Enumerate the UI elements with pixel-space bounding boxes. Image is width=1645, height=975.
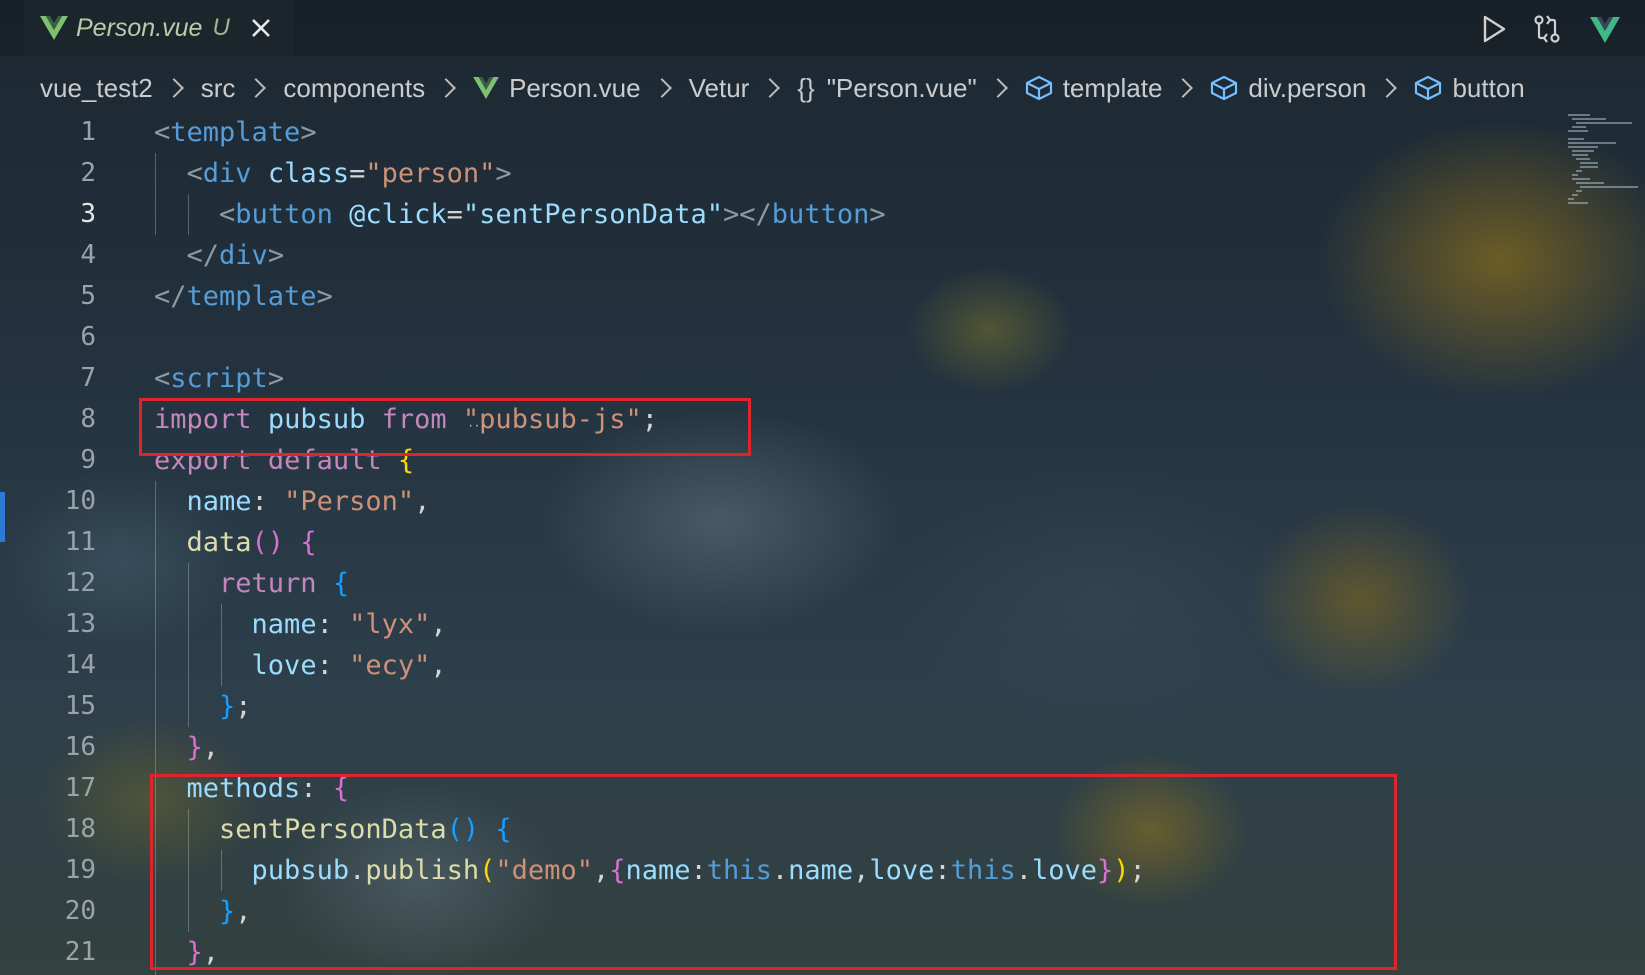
chevron-right-icon — [987, 78, 1008, 98]
code-line[interactable]: 6 — [0, 317, 1560, 358]
tab-person-vue[interactable]: Person.vue U — [24, 0, 294, 56]
code-line[interactable]: 1 <template> — [0, 112, 1560, 153]
tab-filename: Person.vue — [76, 13, 203, 42]
code-text: }, — [186, 732, 220, 763]
vue-file-icon — [473, 77, 499, 99]
line-number: 2 — [80, 158, 96, 188]
code-text: love: "ecy", — [251, 650, 447, 681]
chevron-right-icon — [1377, 78, 1398, 98]
line-number: 7 — [80, 363, 96, 393]
braces-icon: {} — [797, 72, 815, 103]
line-number: 3 — [80, 199, 96, 229]
code-text: <template> — [154, 117, 317, 148]
code-line[interactable]: 4 </div> — [0, 235, 1560, 276]
code-text: </div> — [186, 240, 285, 271]
breadcrumb-item-components[interactable]: components — [283, 73, 425, 104]
line-number: 12 — [64, 568, 96, 598]
code-text: name: "Person", — [186, 486, 431, 517]
annotation-box-import — [139, 398, 751, 456]
tab-status-badge: U — [212, 14, 230, 41]
line-number: 11 — [64, 527, 96, 557]
chevron-right-icon — [651, 78, 672, 98]
line-number: 18 — [64, 814, 96, 844]
play-icon[interactable] — [1476, 12, 1510, 46]
breadcrumb-item-person-vue-module[interactable]: {} "Person.vue" — [797, 73, 976, 104]
vue-icon[interactable] — [1588, 12, 1622, 46]
breadcrumb-item-template[interactable]: template — [1025, 73, 1162, 104]
line-number: 9 — [80, 445, 96, 475]
line-number: 20 — [64, 896, 96, 926]
code-line[interactable]: 7 <script> — [0, 358, 1560, 399]
chevron-right-icon — [163, 78, 184, 98]
line-number: 17 — [64, 773, 96, 803]
code-line[interactable]: 2 <div class="person"> — [0, 153, 1560, 194]
code-text: <script> — [154, 363, 285, 394]
breadcrumb-item-person-vue[interactable]: Person.vue — [473, 73, 641, 104]
code-text: return { — [219, 568, 350, 599]
line-number: 15 — [64, 691, 96, 721]
vue-file-icon — [40, 16, 68, 40]
close-icon[interactable] — [250, 17, 272, 39]
code-line[interactable]: 14 love: "ecy", — [0, 645, 1560, 686]
line-number: 4 — [80, 240, 96, 270]
cube-icon — [1415, 75, 1442, 101]
code-line[interactable]: 16 }, — [0, 727, 1560, 768]
breadcrumb-item-src[interactable]: src — [201, 73, 236, 104]
line-number: 21 — [64, 937, 96, 967]
vscode-window: Person.vue U vue_test2 src components Pe… — [0, 0, 1645, 975]
code-line[interactable]: 10 name: "Person", — [0, 481, 1560, 522]
breadcrumb: vue_test2 src components Person.vue Vetu… — [40, 68, 1525, 108]
line-number: 16 — [64, 732, 96, 762]
code-line[interactable]: 5 </template> — [0, 276, 1560, 317]
chevron-right-icon — [246, 78, 267, 98]
line-number: 19 — [64, 855, 96, 885]
code-text: }; — [219, 691, 252, 722]
line-number: 1 — [80, 117, 96, 147]
line-number: 8 — [80, 404, 96, 434]
code-text: </template> — [154, 281, 333, 312]
breadcrumb-item-vue-test2[interactable]: vue_test2 — [40, 73, 153, 104]
line-number: 5 — [80, 281, 96, 311]
code-text: name: "lyx", — [251, 609, 447, 640]
code-editor[interactable]: 1 <template> 2 <div class="person"> 3 <b… — [0, 112, 1645, 975]
line-number: 14 — [64, 650, 96, 680]
code-line[interactable]: 13 name: "lyx", — [0, 604, 1560, 645]
chevron-right-icon — [760, 78, 781, 98]
code-line-active[interactable]: 3 <button @click="sentPersonData"></butt… — [0, 194, 1560, 235]
line-number: 13 — [64, 609, 96, 639]
code-text: data() { — [186, 527, 317, 558]
code-line[interactable]: 15 }; — [0, 686, 1560, 727]
annotation-box-methods — [150, 774, 1397, 970]
line-number: 10 — [64, 486, 96, 516]
cube-icon — [1025, 75, 1052, 101]
code-line[interactable]: 12 return { — [0, 563, 1560, 604]
code-text: <button @click="sentPersonData"></button… — [219, 199, 886, 230]
chevron-right-icon — [436, 78, 456, 98]
cube-icon — [1211, 75, 1238, 101]
git-compare-icon[interactable] — [1530, 12, 1564, 46]
breadcrumb-item-div-person[interactable]: div.person — [1210, 73, 1366, 104]
breadcrumb-item-vetur[interactable]: Vetur — [689, 73, 750, 104]
line-number: 6 — [80, 322, 96, 352]
chevron-right-icon — [1173, 78, 1194, 98]
tab-bar: Person.vue U — [0, 0, 1645, 56]
code-line[interactable]: 11 data() { — [0, 522, 1560, 563]
code-text: <div class="person"> — [186, 158, 512, 189]
breadcrumb-item-button[interactable]: button — [1414, 73, 1525, 104]
